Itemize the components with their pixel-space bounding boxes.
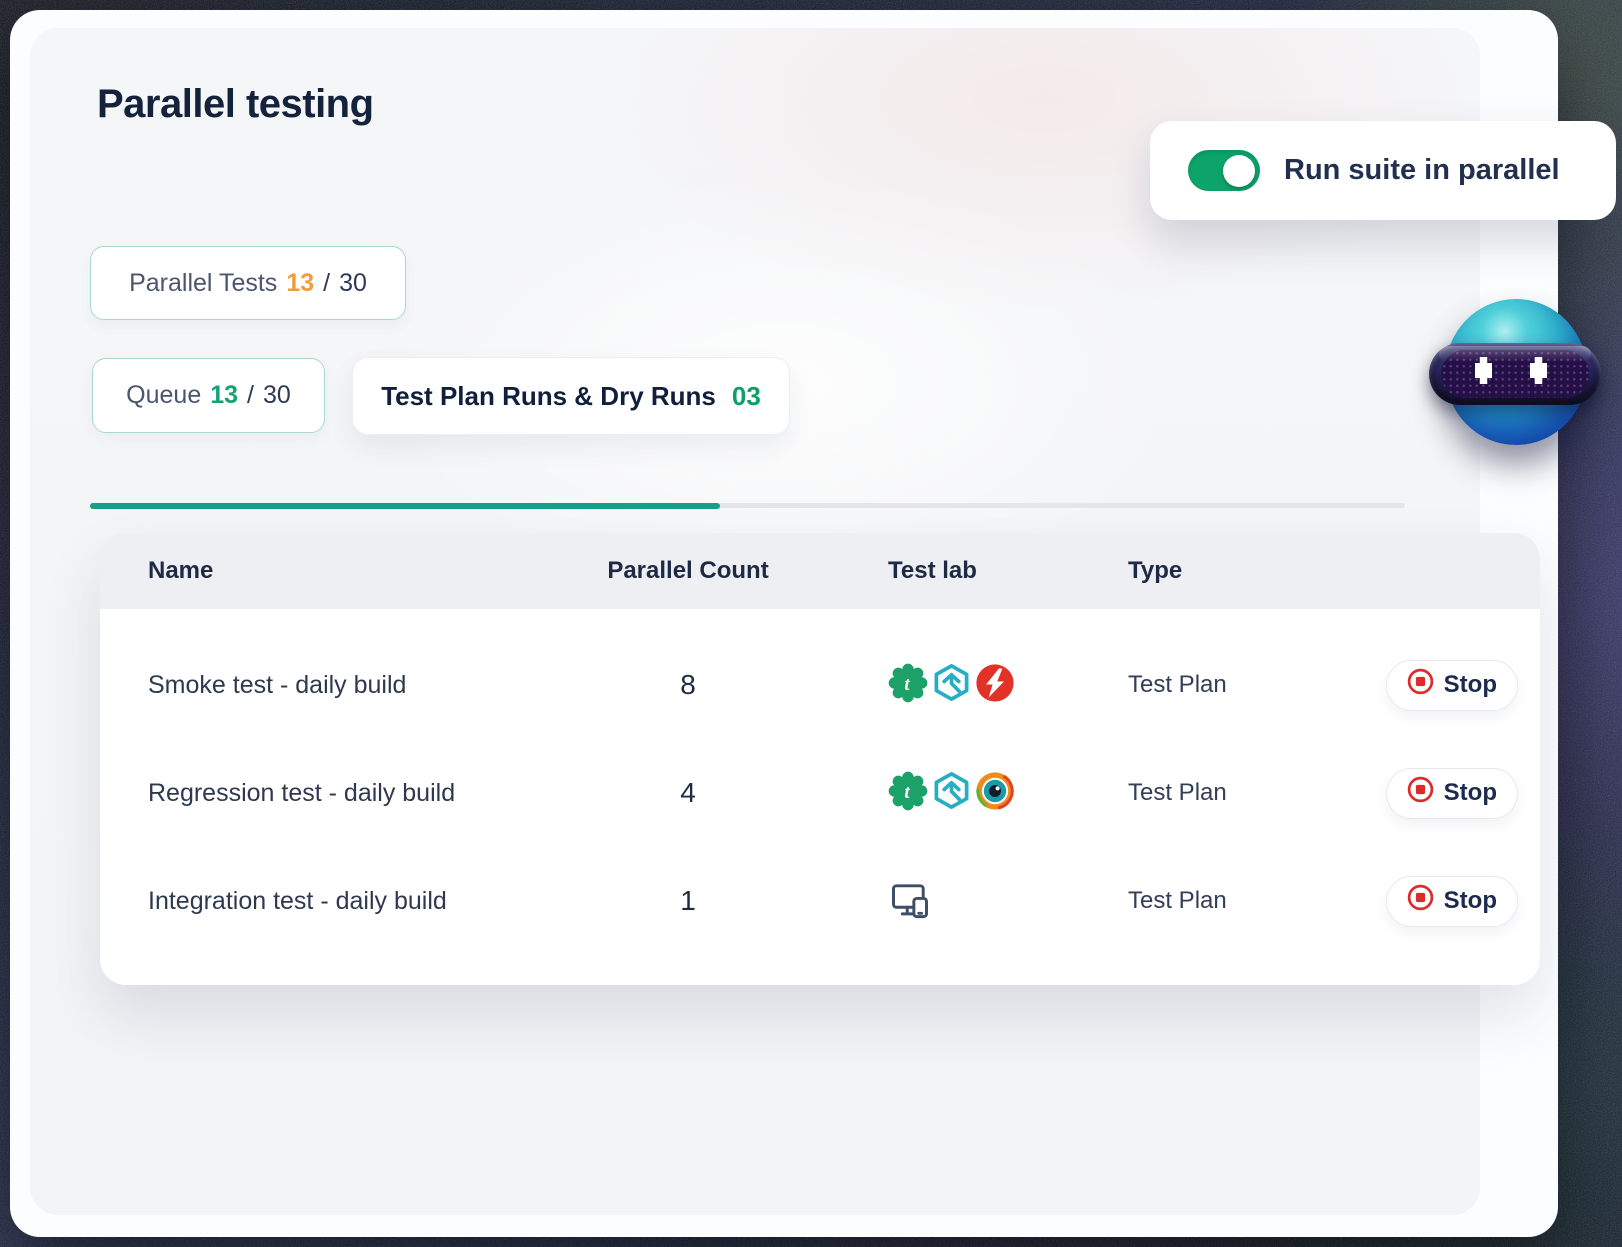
hexagon-arrow-icon [932,771,971,815]
devices-icon [888,877,932,926]
parallel-tests-total: 30 [339,268,367,297]
table-row: Integration test - daily build 1 Test Pl… [100,847,1540,955]
stop-icon [1407,776,1434,810]
run-type: Test Plan [1128,779,1227,806]
stop-icon [1407,884,1434,918]
parallel-count-value: 4 [680,777,696,808]
run-name: Integration test - daily build [148,886,447,915]
stop-button[interactable]: Stop [1385,767,1518,819]
column-header-test-lab: Test lab [888,557,977,584]
stop-icon [1407,668,1434,702]
queue-current: 13 [210,381,239,409]
test-lab-icons: t [788,663,1038,708]
table-row: Regression test - daily build 4 t Test P… [100,739,1540,847]
saucelabs-bolt-icon [975,663,1015,708]
parallel-count-value: 1 [680,885,696,916]
parallel-tests-badge: Parallel Tests 13 / 30 [90,246,406,320]
toggle-label: Run suite in parallel [1284,154,1560,186]
run-suite-toggle[interactable] [1188,150,1260,191]
column-header-parallel-count: Parallel Count [607,557,769,584]
svg-text:t: t [904,781,910,802]
mascot-visor-icon [1429,343,1601,405]
stop-button-label: Stop [1443,887,1497,914]
svg-text:t: t [904,673,910,694]
tab-test-plan-runs-label: Test Plan Runs & Dry Runs [381,380,716,411]
test-lab-icons: t [788,771,1038,816]
page-background: Parallel testing Run suite in parallel P… [0,0,1622,1247]
parallel-tests-current: 13 [286,268,315,297]
run-suite-toggle-card: Run suite in parallel [1150,121,1616,220]
column-header-name: Name [148,557,214,584]
stop-button-label: Stop [1443,671,1497,698]
run-type: Test Plan [1128,671,1227,698]
page-title: Parallel testing [97,82,374,126]
tab-active-indicator [90,502,720,509]
robot-mascot [1429,299,1601,445]
queue-label: Queue [126,381,202,409]
stop-button-label: Stop [1443,779,1497,806]
tab-test-plan-runs-count: 03 [731,380,761,411]
testsigma-gear-icon: t [888,663,928,708]
parallel-tests-separator: / [323,268,331,297]
testsigma-gear-icon: t [888,771,928,816]
parallel-tests-label: Parallel Tests [129,268,278,297]
parallel-runs-table: Name Parallel Count Test lab Type Smoke … [100,533,1540,985]
test-lab-icons [788,877,1038,926]
run-name: Regression test - daily build [148,778,456,807]
stop-button[interactable]: Stop [1385,659,1518,711]
tab-track [90,502,1405,509]
run-type: Test Plan [1128,887,1227,914]
run-name: Smoke test - daily build [148,670,407,699]
table-header-row: Name Parallel Count Test lab Type [100,533,1540,609]
hexagon-arrow-icon [932,663,971,707]
column-header-type: Type [1128,557,1183,584]
table-row: Smoke test - daily build 8 t Test Plan S… [100,631,1540,739]
table-body: Smoke test - daily build 8 t Test Plan S… [100,609,1540,955]
queue-badge: Queue 13 / 30 [92,358,325,433]
eye-icon [975,771,1015,816]
mascot-visor-gloss [1439,346,1591,362]
stop-button[interactable]: Stop [1385,875,1518,927]
queue-separator: / [247,381,254,409]
toggle-knob-icon [1223,154,1255,187]
queue-total: 30 [263,381,291,409]
tab-test-plan-runs[interactable]: Test Plan Runs & Dry Runs 03 [352,357,790,435]
parallel-count-value: 8 [680,669,696,700]
